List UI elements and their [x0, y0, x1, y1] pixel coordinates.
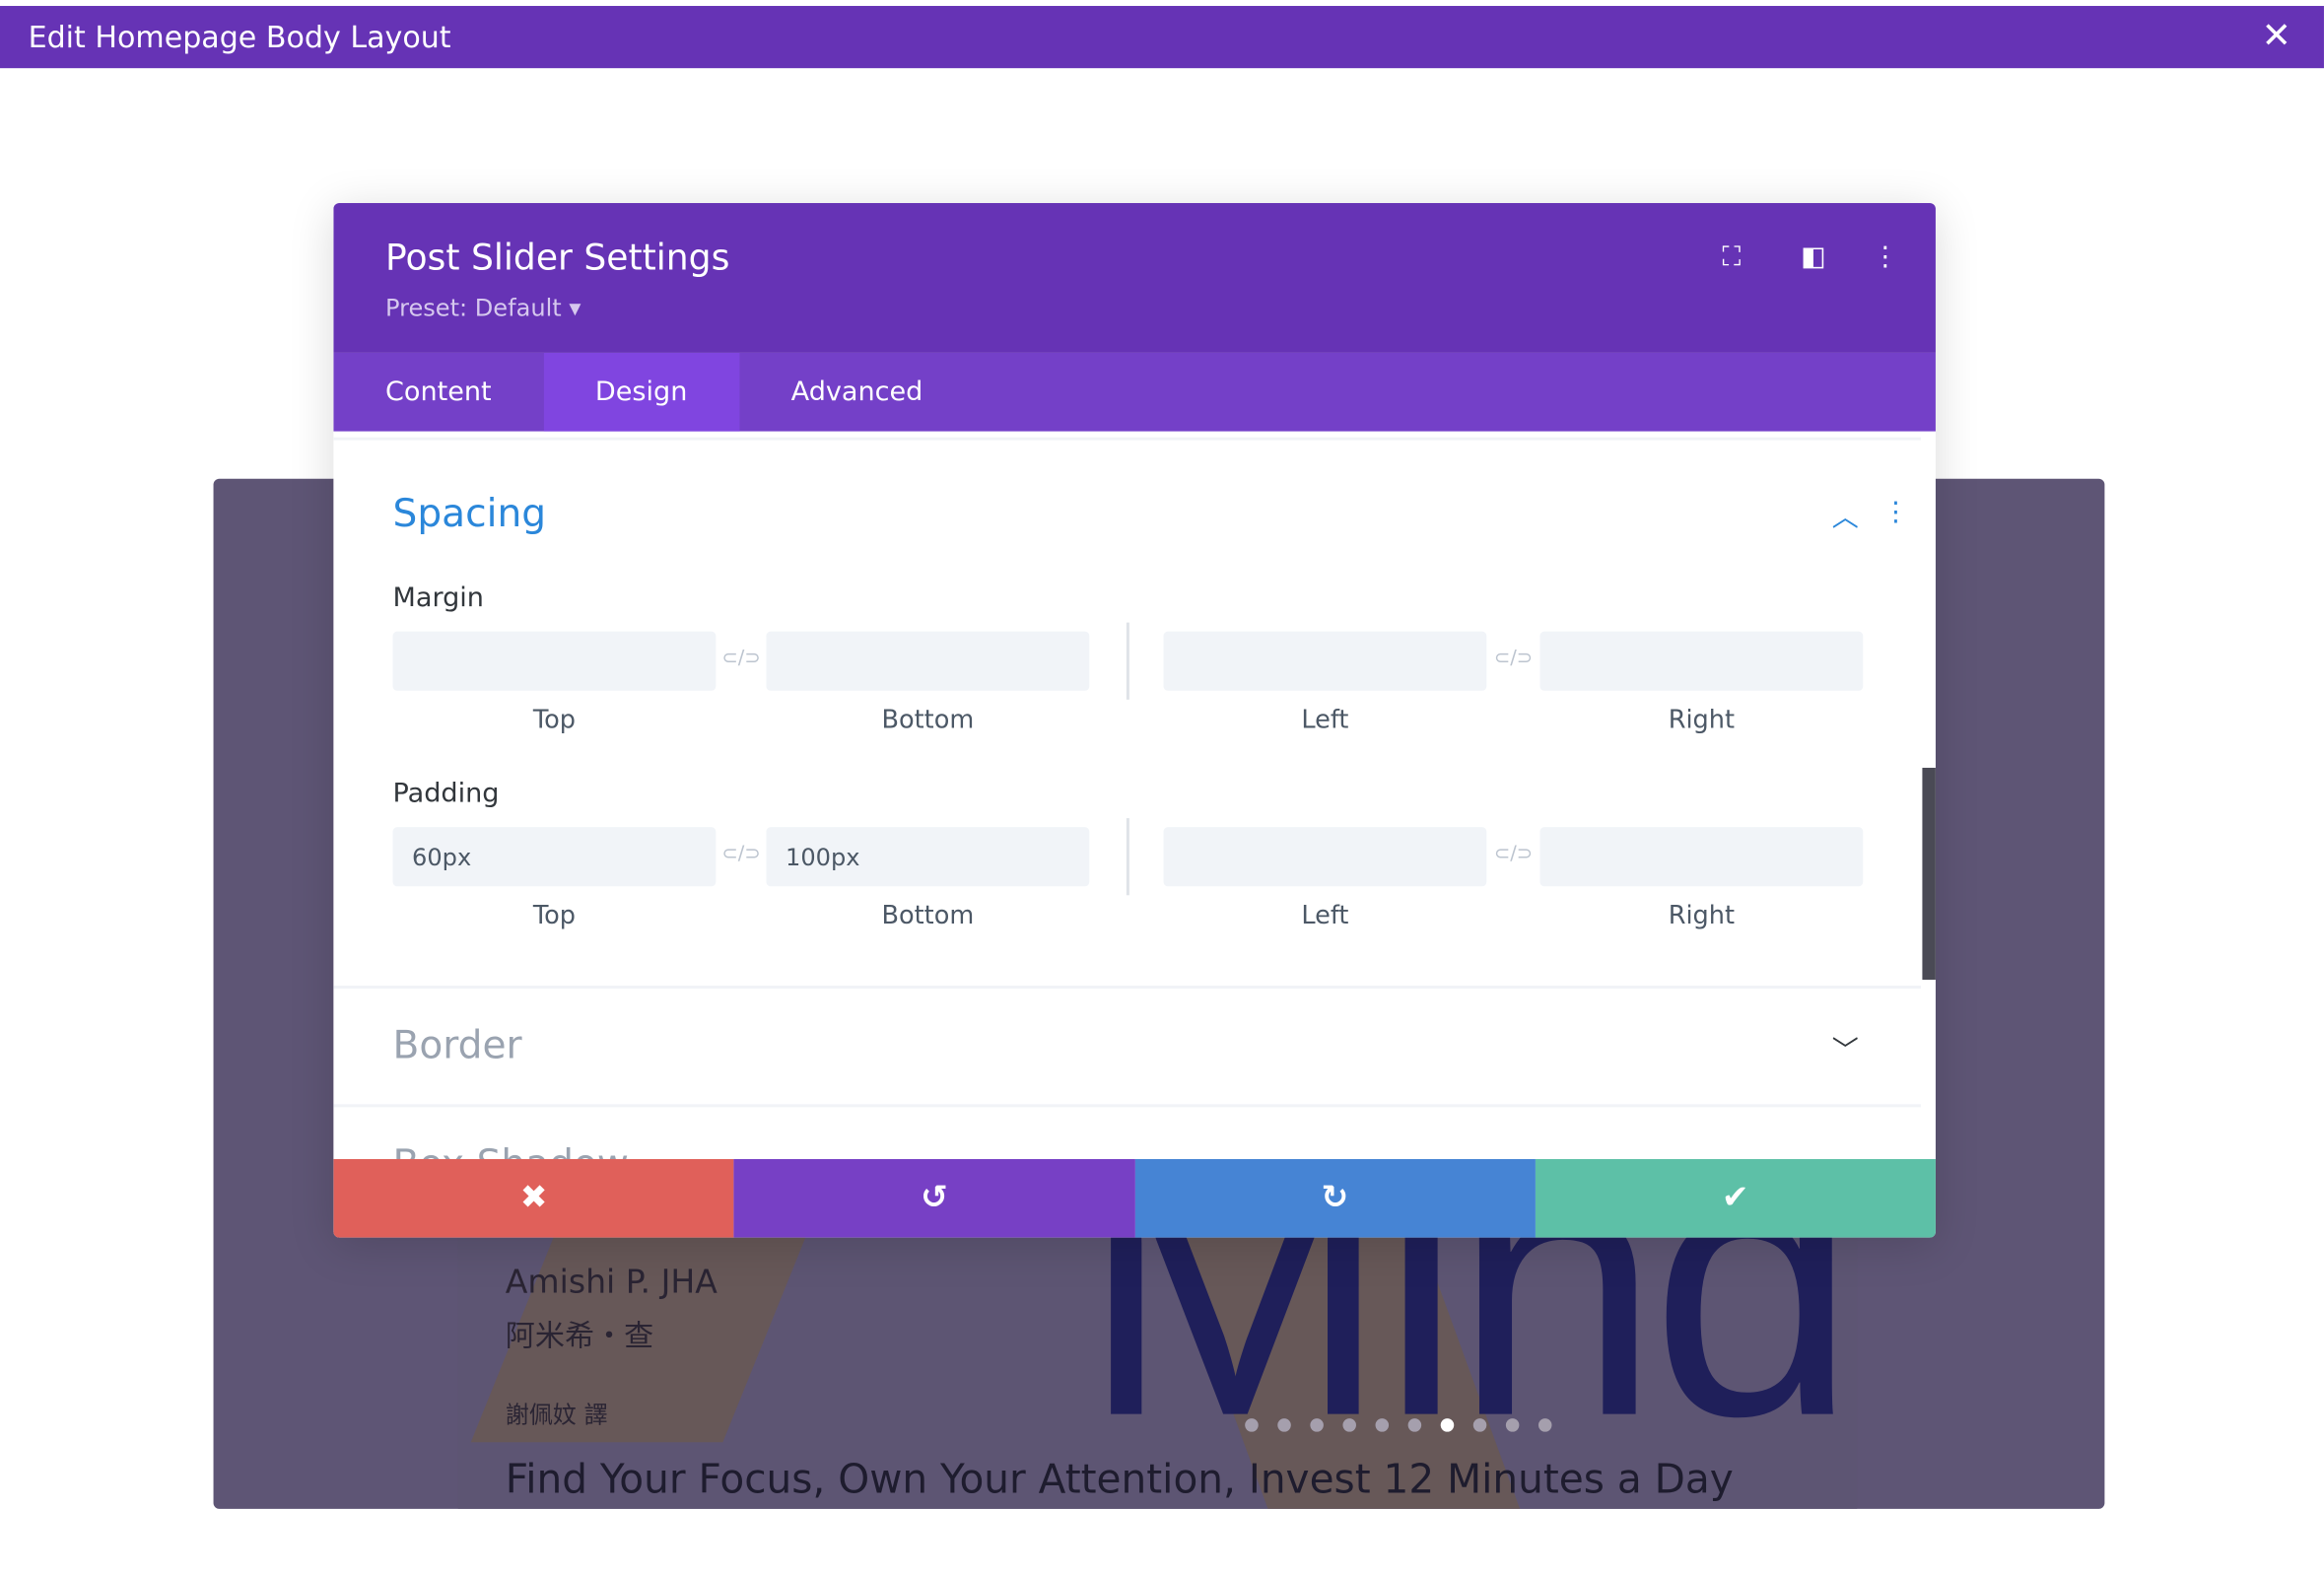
tab-bar: Content Design Advanced: [333, 352, 1936, 432]
slider-dot[interactable]: [1538, 1418, 1552, 1432]
chevron-up-icon[interactable]: ︿: [1832, 497, 1859, 535]
tagline: Find Your Focus, Own Your Attention, Inv…: [505, 1457, 1734, 1503]
divider: [333, 986, 1921, 990]
tab-advanced[interactable]: Advanced: [739, 353, 975, 432]
slider-dot[interactable]: [1342, 1418, 1356, 1432]
padding-sub-label: Left: [1301, 901, 1349, 931]
close-icon[interactable]: ✕: [2262, 15, 2291, 56]
slider-dot[interactable]: [1505, 1418, 1520, 1432]
divider: [1126, 818, 1129, 896]
margin-bottom-input[interactable]: [766, 631, 1090, 691]
split-view-icon[interactable]: ◧: [1801, 241, 1826, 273]
margin-sub-label: Top: [532, 705, 576, 735]
margin-left-input[interactable]: [1163, 631, 1487, 691]
top-bar: Edit Homepage Body Layout ✕: [0, 6, 2324, 69]
save-button[interactable]: ✔: [1535, 1158, 1936, 1238]
margin-right-input[interactable]: [1539, 631, 1864, 691]
slider-dot[interactable]: [1277, 1418, 1291, 1432]
tab-content[interactable]: Content: [333, 353, 543, 432]
section-more-icon[interactable]: ⋮: [1882, 497, 1909, 528]
preset-dropdown[interactable]: Preset: Default ▾: [385, 294, 581, 322]
scrollbar[interactable]: [1922, 767, 1936, 981]
tab-design[interactable]: Design: [543, 352, 740, 432]
slider-dot[interactable]: [1310, 1418, 1324, 1432]
divider: [333, 437, 1921, 441]
translator: 謝佩妏 譯: [505, 1401, 608, 1429]
focus-icon[interactable]: ⛶: [1722, 241, 1741, 273]
link-icon[interactable]: ⊂/⊃: [1494, 648, 1533, 670]
divider: [1126, 622, 1129, 700]
padding-bottom-input[interactable]: [766, 827, 1090, 887]
chevron-down-icon[interactable]: ﹀: [1832, 1030, 1859, 1068]
slider-dot[interactable]: [1375, 1418, 1390, 1432]
border-section-title[interactable]: Border: [393, 1024, 522, 1068]
margin-sub-label: Right: [1668, 705, 1736, 735]
padding-sub-label: Bottom: [881, 901, 975, 931]
redo-button[interactable]: ↻: [1134, 1158, 1536, 1238]
author: Amishi P. JHA: [505, 1264, 718, 1302]
padding-right-input[interactable]: [1539, 827, 1864, 887]
padding-sub-label: Top: [532, 901, 576, 931]
slider-dot[interactable]: [1407, 1418, 1422, 1432]
padding-left-input[interactable]: [1163, 827, 1487, 887]
divider: [333, 1104, 1921, 1108]
padding-sub-label: Right: [1668, 901, 1736, 931]
more-vertical-icon[interactable]: ⋮: [1872, 241, 1898, 273]
margin-sub-label: Left: [1301, 705, 1349, 735]
link-icon[interactable]: ⊂/⊃: [1494, 844, 1533, 866]
link-icon[interactable]: ⊂/⊃: [721, 648, 760, 670]
margin-top-input[interactable]: [392, 631, 717, 691]
modal-footer: ✖ ↺ ↻ ✔: [333, 1158, 1936, 1238]
undo-button[interactable]: ↺: [733, 1158, 1135, 1238]
box-shadow-section-title[interactable]: Box Shadow: [393, 1142, 629, 1159]
slider-dot[interactable]: [1472, 1418, 1487, 1432]
margin-sub-label: Bottom: [881, 705, 975, 735]
margin-label: Margin: [392, 582, 484, 614]
cancel-button[interactable]: ✖: [333, 1158, 734, 1238]
padding-top-input[interactable]: [392, 827, 717, 887]
slider-dot[interactable]: [1440, 1418, 1455, 1432]
padding-label: Padding: [392, 778, 500, 810]
settings-body: Spacing ︿ ⋮ Margin Top Bottom Left Right ⊂/⊃…: [333, 437, 1936, 1159]
modal-title: Post Slider Settings: [384, 237, 730, 279]
link-icon[interactable]: ⊂/⊃: [721, 844, 760, 866]
modal-header: Post Slider Settings Preset: Default ▾ ⛶…: [333, 203, 1936, 353]
slider-dot[interactable]: [1245, 1418, 1259, 1432]
window-title: Edit Homepage Body Layout: [28, 19, 451, 55]
author-cn: 阿米希・查: [505, 1317, 654, 1353]
spacing-section-title[interactable]: Spacing: [393, 492, 547, 536]
settings-modal: Post Slider Settings Preset: Default ▾ ⛶…: [333, 203, 1936, 1238]
slider-dots: [1245, 1418, 1552, 1432]
